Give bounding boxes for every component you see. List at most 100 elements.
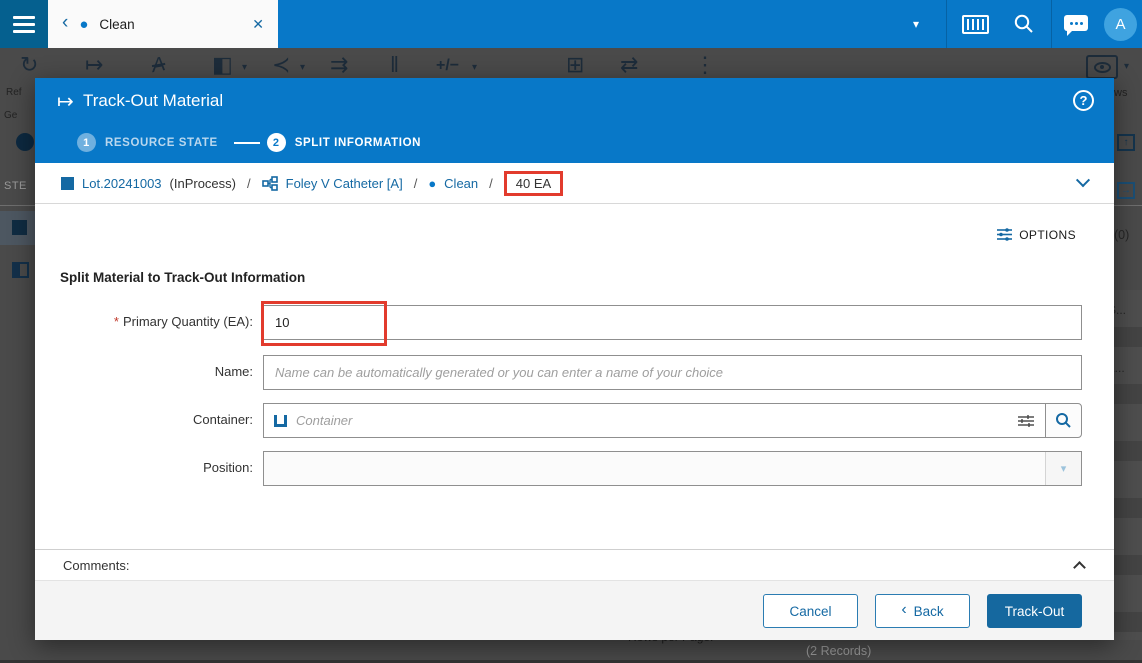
tab-label: Clean (99, 16, 135, 32)
dialog-footer: Cancel ‹ Back Track-Out (35, 580, 1114, 640)
share-toolbar-icon: ≺ (272, 52, 291, 77)
breadcrumb-product-link[interactable]: Foley V Catheter [A] (286, 176, 403, 191)
breadcrumb-separator: / (413, 175, 418, 191)
refresh-toolbar-icon: ↻ (20, 52, 39, 77)
sign-toolbar-icon: A (150, 53, 168, 77)
cancel-button[interactable]: Cancel (763, 594, 858, 628)
toolbar-label-fragment: Ref (6, 87, 22, 98)
breadcrumb-separator: / (247, 175, 251, 191)
options-sliders-icon (997, 228, 1013, 241)
step-2-circle[interactable]: 2 (266, 133, 286, 152)
track-out-box-icon: → (1117, 182, 1135, 199)
track-out-toolbar-icon: ↦ (85, 52, 104, 77)
position-select[interactable]: ▾ (263, 451, 1082, 486)
breadcrumb-lot-link[interactable]: Lot.20241003 (82, 176, 162, 191)
arrow-right-icon: → (1121, 185, 1131, 196)
divider (946, 0, 947, 48)
split-view-tab-icon (12, 262, 29, 278)
step-1-label[interactable]: RESOURCE STATE (105, 137, 218, 149)
chat-icon[interactable] (1064, 15, 1088, 36)
breadcrumb: Lot.20241003 (InProcess) / Foley V Cathe… (35, 163, 1114, 204)
record-count-label: (2 Records) (806, 644, 872, 658)
primary-quantity-label-text: Primary Quantity (EA): (122, 314, 253, 329)
eye-pupil (1100, 65, 1104, 69)
barcode-scan-icon[interactable] (962, 15, 989, 34)
breadcrumb-expand-chevron-icon[interactable] (1075, 173, 1091, 188)
step-status-dot-icon (16, 133, 34, 151)
position-row: Position: ▾ (35, 451, 1114, 488)
divider (0, 205, 35, 206)
container-input[interactable]: Container (263, 403, 1046, 438)
app-root: ↻ ↦ A ◧ ▾ ≺ ▾ ⇉ ‖ +/− ▾ ⊞ ⇄ ⋮ ▾ Ref Ge w… (0, 0, 1142, 663)
track-out-button[interactable]: Track-Out (987, 594, 1082, 628)
position-caret-icon[interactable]: ▾ (1045, 452, 1081, 485)
tab-close-icon[interactable]: ✕ (252, 16, 264, 33)
hold-toolbar-icon: ‖ (390, 52, 400, 77)
step-1-circle[interactable]: 1 (77, 133, 96, 152)
magnifier-icon (1056, 413, 1071, 428)
hamburger-menu-button[interactable] (0, 0, 48, 48)
topbar-dropdown-caret-icon[interactable]: ▾ (913, 17, 919, 31)
breadcrumb-step-link[interactable]: Clean (444, 176, 478, 191)
grid-toolbar-icon: ⊞ (566, 52, 585, 77)
section-title: Split Material to Track-Out Information (60, 270, 306, 285)
dialog-title: Track-Out Material (83, 91, 224, 110)
dialog-header: ↦ Track-Out Material ? 1 RESOURCE STATE … (35, 78, 1114, 163)
track-out-material-dialog: ↦ Track-Out Material ? 1 RESOURCE STATE … (35, 78, 1114, 640)
merge-toolbar-icon: ⇉ (330, 52, 349, 77)
top-bar: ‹ ● Clean ✕ ▾ A (0, 0, 1142, 48)
arrow-up-icon: ↑ (1123, 137, 1129, 148)
back-label: Back (913, 603, 944, 619)
name-input[interactable] (263, 355, 1082, 390)
more-toolbar-icon: ⋮ (694, 52, 716, 77)
back-button[interactable]: ‹ Back (875, 594, 970, 628)
views-eye-icon (1086, 55, 1118, 79)
step-status-dot-icon: ● (428, 175, 437, 191)
wizard-steps: 1 RESOURCE STATE 2 SPLIT INFORMATION (77, 133, 421, 152)
square-tab-icon (12, 220, 27, 235)
help-icon[interactable]: ? (1073, 90, 1094, 111)
breadcrumb-separator: / (489, 175, 493, 191)
divider (1051, 0, 1052, 48)
primary-quantity-input[interactable] (263, 305, 1082, 340)
product-flow-icon (261, 175, 278, 191)
comments-section-header[interactable]: Comments: (35, 549, 1114, 580)
quantity-highlighted: 40 EA (503, 170, 564, 196)
step-2-label[interactable]: SPLIT INFORMATION (295, 137, 421, 149)
back-chevron-icon: ‹ (901, 601, 907, 618)
adjust-caret-icon: ▾ (472, 62, 478, 73)
split-toolbar-icon: ◧ (212, 52, 233, 77)
swap-toolbar-icon: ⇄ (620, 52, 639, 77)
comments-label: Comments: (63, 558, 130, 573)
collapse-chevron-icon[interactable] (1073, 561, 1086, 574)
options-button[interactable]: OPTIONS (996, 227, 1076, 242)
tab-back-chevron-icon[interactable]: ‹ (62, 12, 68, 34)
name-label: Name: (214, 364, 253, 379)
views-caret-icon: ▾ (1124, 61, 1130, 72)
primary-quantity-label: * Primary Quantity (EA): (35, 314, 253, 329)
eye-glyph (1093, 61, 1111, 73)
views-label-fragment: ws (1114, 87, 1128, 99)
container-icon (274, 414, 287, 427)
track-in-box-icon: ↑ (1117, 134, 1135, 151)
count-badge-fragment: (0) (1114, 228, 1130, 242)
avatar[interactable]: A (1104, 8, 1137, 41)
container-search-button[interactable] (1045, 403, 1082, 438)
lot-state-label: (InProcess) (169, 175, 236, 191)
container-label: Container: (193, 412, 253, 427)
step-connector (233, 141, 260, 144)
name-row: Name: (35, 355, 1114, 392)
primary-quantity-row: * Primary Quantity (EA): (35, 305, 1114, 342)
split-caret-icon: ▾ (242, 62, 248, 73)
tab-clean[interactable]: ‹ ● Clean ✕ (48, 0, 278, 48)
share-caret-icon: ▾ (300, 62, 306, 73)
search-icon[interactable] (1013, 13, 1035, 35)
lot-square-icon (61, 176, 74, 190)
toolbar-label-fragment: Ge (4, 110, 18, 121)
left-panel-header-fragment: STE (4, 180, 27, 192)
required-asterisk: * (113, 314, 119, 329)
divider (1114, 205, 1142, 206)
container-row: Container: Container (35, 403, 1114, 440)
track-out-icon: ↦ (57, 91, 74, 113)
advanced-filter-icon[interactable] (1017, 414, 1035, 428)
